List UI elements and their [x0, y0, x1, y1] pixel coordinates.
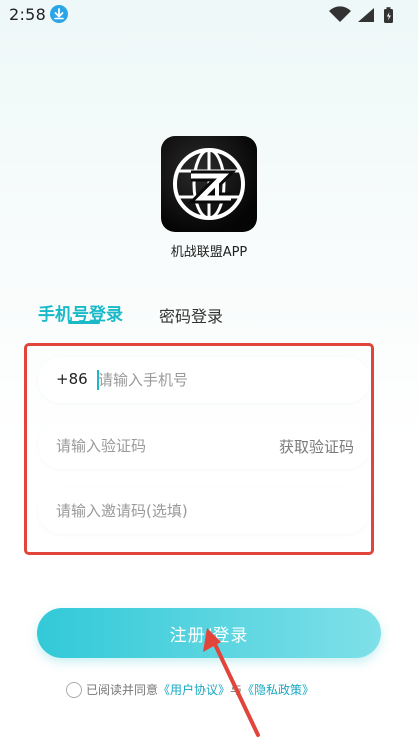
status-time: 2:58 — [9, 5, 47, 24]
agreement-conjunction: 与 — [230, 683, 243, 697]
active-tab-indicator — [68, 321, 100, 324]
privacy-policy-link[interactable]: 《隐私政策》 — [242, 681, 314, 698]
download-icon — [50, 5, 68, 23]
user-agreement-link[interactable]: 《用户协议》 — [158, 681, 230, 698]
app-name: 机战联盟APP — [170, 245, 248, 260]
agreement-prefix: 已阅读并同意 — [86, 683, 159, 697]
wifi-icon — [329, 6, 351, 22]
agreement-row: 已阅读并同意 《用户协议》 与 《隐私政策》 — [66, 681, 314, 698]
battery-icon — [384, 7, 393, 23]
cellular-icon — [358, 8, 374, 22]
globe-zl-logo — [173, 148, 245, 220]
app-logo — [161, 136, 257, 232]
agreement-checkbox[interactable] — [66, 681, 82, 698]
status-icons — [326, 6, 406, 24]
status-bar: 2:58 — [0, 0, 418, 30]
annotation-highlight-box — [24, 343, 374, 555]
register-login-button[interactable]: 注册/登录 — [37, 608, 381, 658]
tab-password-login[interactable]: 密码登录 — [159, 303, 223, 327]
